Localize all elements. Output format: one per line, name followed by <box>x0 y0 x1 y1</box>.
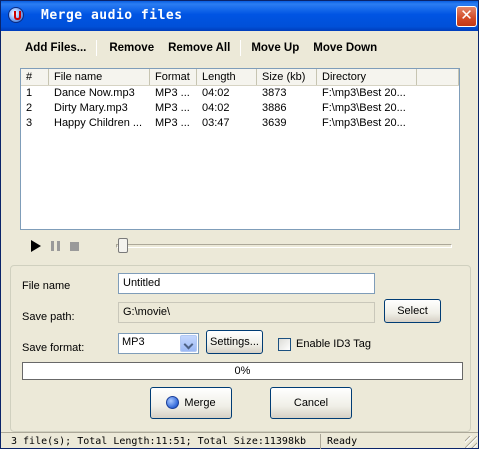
chevron-down-icon[interactable] <box>180 335 197 352</box>
file-list[interactable]: # File name Format Length Size (kb) Dire… <box>20 68 460 230</box>
row-size: 3873 <box>262 87 287 99</box>
table-row[interactable]: 1 Dance Now.mp3 MP3 ... 04:02 3873 F:\mp… <box>21 86 459 101</box>
seek-slider-thumb[interactable] <box>118 238 128 253</box>
cancel-button[interactable]: Cancel <box>270 387 352 419</box>
row-directory: F:\mp3\Best 20... <box>322 102 406 114</box>
merge-button[interactable]: Merge <box>150 387 232 419</box>
row-format: MP3 ... <box>155 117 190 129</box>
save-format-value: MP3 <box>122 336 145 348</box>
row-number: 3 <box>26 117 33 129</box>
save-format-label: Save format: <box>22 342 85 354</box>
window-title: Merge audio files <box>41 8 183 23</box>
row-number: 1 <box>26 87 33 99</box>
column-header-file-name[interactable]: File name <box>49 69 150 85</box>
status-summary: 3 file(s); Total Length:11:51; Total Siz… <box>3 434 321 449</box>
remove-all-button[interactable]: Remove All <box>162 40 236 56</box>
status-bar: 3 file(s); Total Length:11:51; Total Siz… <box>1 432 478 449</box>
enable-id3-label[interactable]: Enable ID3 Tag <box>296 338 371 350</box>
column-header-filler <box>417 69 459 85</box>
app-icon <box>8 7 24 23</box>
save-path-field: G:\movie\ <box>118 302 375 323</box>
pause-icon[interactable] <box>51 241 60 251</box>
row-format: MP3 ... <box>155 87 190 99</box>
seek-slider-track[interactable] <box>116 244 452 248</box>
resize-grip-icon[interactable] <box>465 436 477 448</box>
row-file-name: Dance Now.mp3 <box>54 87 135 99</box>
file-name-input[interactable]: Untitled <box>118 273 375 294</box>
list-header: # File name Format Length Size (kb) Dire… <box>21 69 459 86</box>
status-state: Ready <box>327 436 358 447</box>
toolbar: Add Files... Remove Remove All Move Up M… <box>19 37 383 59</box>
row-file-name: Happy Children ... <box>54 117 143 129</box>
row-size: 3639 <box>262 117 287 129</box>
column-header-format[interactable]: Format <box>150 69 197 85</box>
move-down-button[interactable]: Move Down <box>307 40 383 56</box>
row-directory: F:\mp3\Best 20... <box>322 87 406 99</box>
row-file-name: Dirty Mary.mp3 <box>54 102 128 114</box>
move-up-button[interactable]: Move Up <box>245 40 305 56</box>
save-path-label: Save path: <box>22 311 75 323</box>
add-files-button[interactable]: Add Files... <box>19 40 92 56</box>
column-header-length[interactable]: Length <box>197 69 257 85</box>
column-header-directory[interactable]: Directory <box>317 69 417 85</box>
column-header-number[interactable]: # <box>21 69 49 85</box>
table-row[interactable]: 3 Happy Children ... MP3 ... 03:47 3639 … <box>21 116 459 131</box>
settings-button[interactable]: Settings... <box>206 330 263 354</box>
file-name-label: File name <box>22 280 71 292</box>
row-length: 04:02 <box>202 87 230 99</box>
merge-progress-bar: 0% <box>22 362 463 380</box>
merge-button-label: Merge <box>184 397 216 409</box>
row-length: 03:47 <box>202 117 230 129</box>
enable-id3-checkbox[interactable] <box>278 338 291 351</box>
play-icon[interactable] <box>31 240 41 252</box>
row-directory: F:\mp3\Best 20... <box>322 117 406 129</box>
save-format-select[interactable]: MP3 <box>118 333 199 354</box>
merge-icon <box>166 396 180 409</box>
progress-text: 0% <box>234 365 251 377</box>
column-header-size[interactable]: Size (kb) <box>257 69 317 85</box>
player-controls <box>31 238 79 254</box>
close-button[interactable]: ✕ <box>456 6 477 27</box>
row-length: 04:02 <box>202 102 230 114</box>
table-row[interactable]: 2 Dirty Mary.mp3 MP3 ... 04:02 3886 F:\m… <box>21 101 459 116</box>
row-format: MP3 ... <box>155 102 190 114</box>
stop-icon[interactable] <box>70 241 79 251</box>
title-bar[interactable]: Merge audio files ✕ <box>1 1 478 31</box>
row-size: 3886 <box>262 102 287 114</box>
merge-audio-window: Merge audio files ✕ Add Files... Remove … <box>0 0 479 449</box>
toolbar-separator <box>96 40 98 56</box>
toolbar-separator <box>240 40 242 56</box>
select-button[interactable]: Select <box>384 299 441 323</box>
close-icon: ✕ <box>460 7 473 24</box>
remove-button[interactable]: Remove <box>103 40 160 56</box>
row-number: 2 <box>26 102 33 114</box>
